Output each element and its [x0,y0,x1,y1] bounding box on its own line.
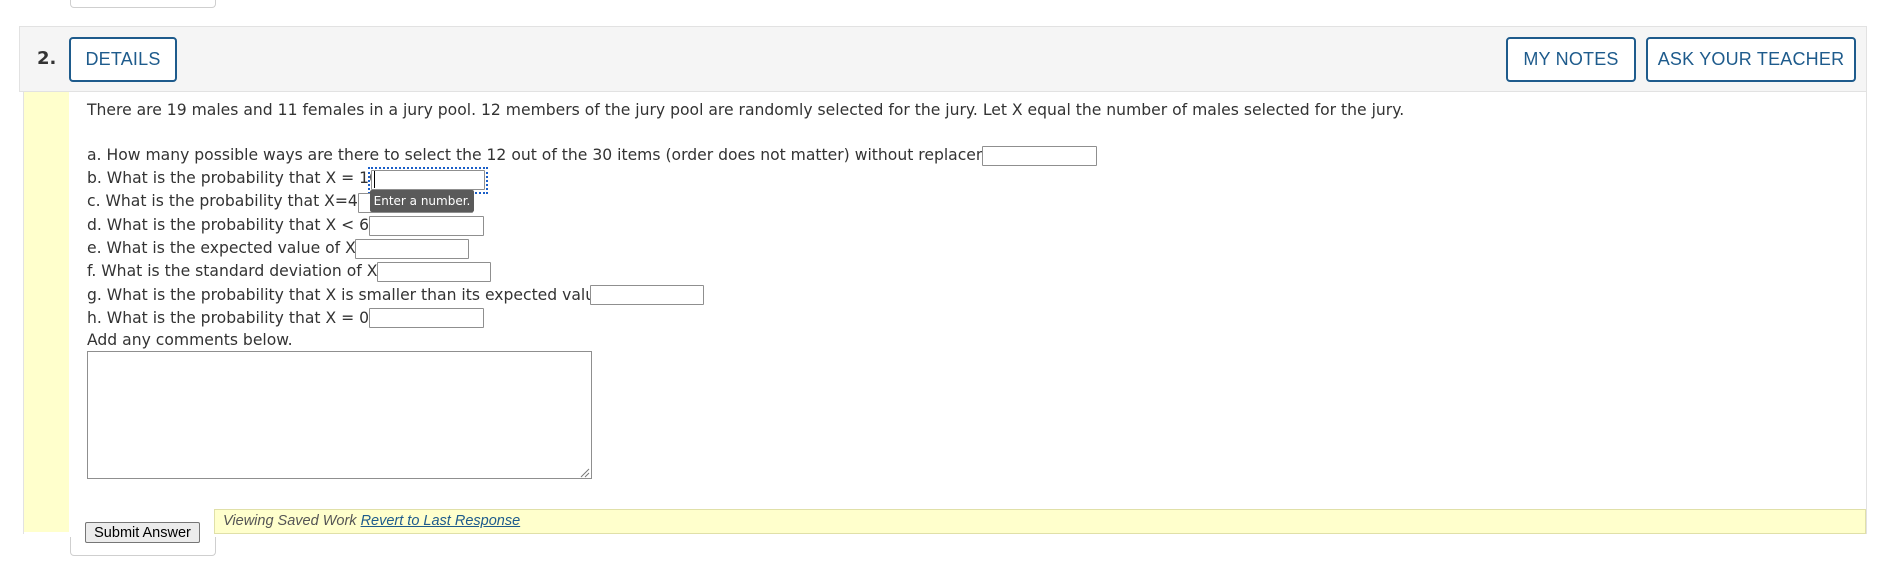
question-intro: There are 19 males and 11 females in a j… [87,101,1405,119]
status-strip [24,92,69,532]
part-a-label: a. How many possible ways are there to s… [87,146,1025,164]
revert-link[interactable]: Revert to Last Response [361,513,521,529]
details-button[interactable]: DETAILS [69,37,177,82]
my-notes-button[interactable]: MY NOTES [1506,37,1636,82]
part-g-label: g. What is the probability that X is sma… [87,286,613,304]
previous-question-fragment [70,0,216,8]
input-tooltip: Enter a number. [370,190,474,212]
submit-answer-button[interactable]: Submit Answer [85,522,200,543]
part-a-input[interactable] [982,146,1097,166]
question-number: 2. [37,48,57,69]
text-caret [374,171,375,188]
part-h-input[interactable] [369,308,484,328]
part-b-label: b. What is the probability that X = 10? [87,169,388,187]
part-d-label: d. What is the probability that X < 6? [87,216,378,234]
part-d-input[interactable] [369,216,484,236]
part-b-input[interactable] [371,170,485,190]
part-f-input[interactable] [377,262,491,282]
ask-your-teacher-button[interactable]: ASK YOUR TEACHER [1646,37,1856,82]
part-e-label: e. What is the expected value of X? [87,239,365,257]
saved-work-bar: Viewing Saved Work Revert to Last Respon… [214,509,1866,534]
part-h-label: h. What is the probability that X = 0? [87,309,378,327]
resize-grip-icon[interactable] [578,466,590,478]
saved-work-text: Viewing Saved Work [223,513,357,529]
part-f-label: f. What is the standard deviation of X? [87,262,386,280]
part-c-label: c. What is the probability that X=4? [87,192,367,210]
comments-label: Add any comments below. [87,331,293,349]
part-g-input[interactable] [590,285,704,305]
comments-textarea[interactable] [87,351,592,479]
part-e-input[interactable] [355,239,469,259]
